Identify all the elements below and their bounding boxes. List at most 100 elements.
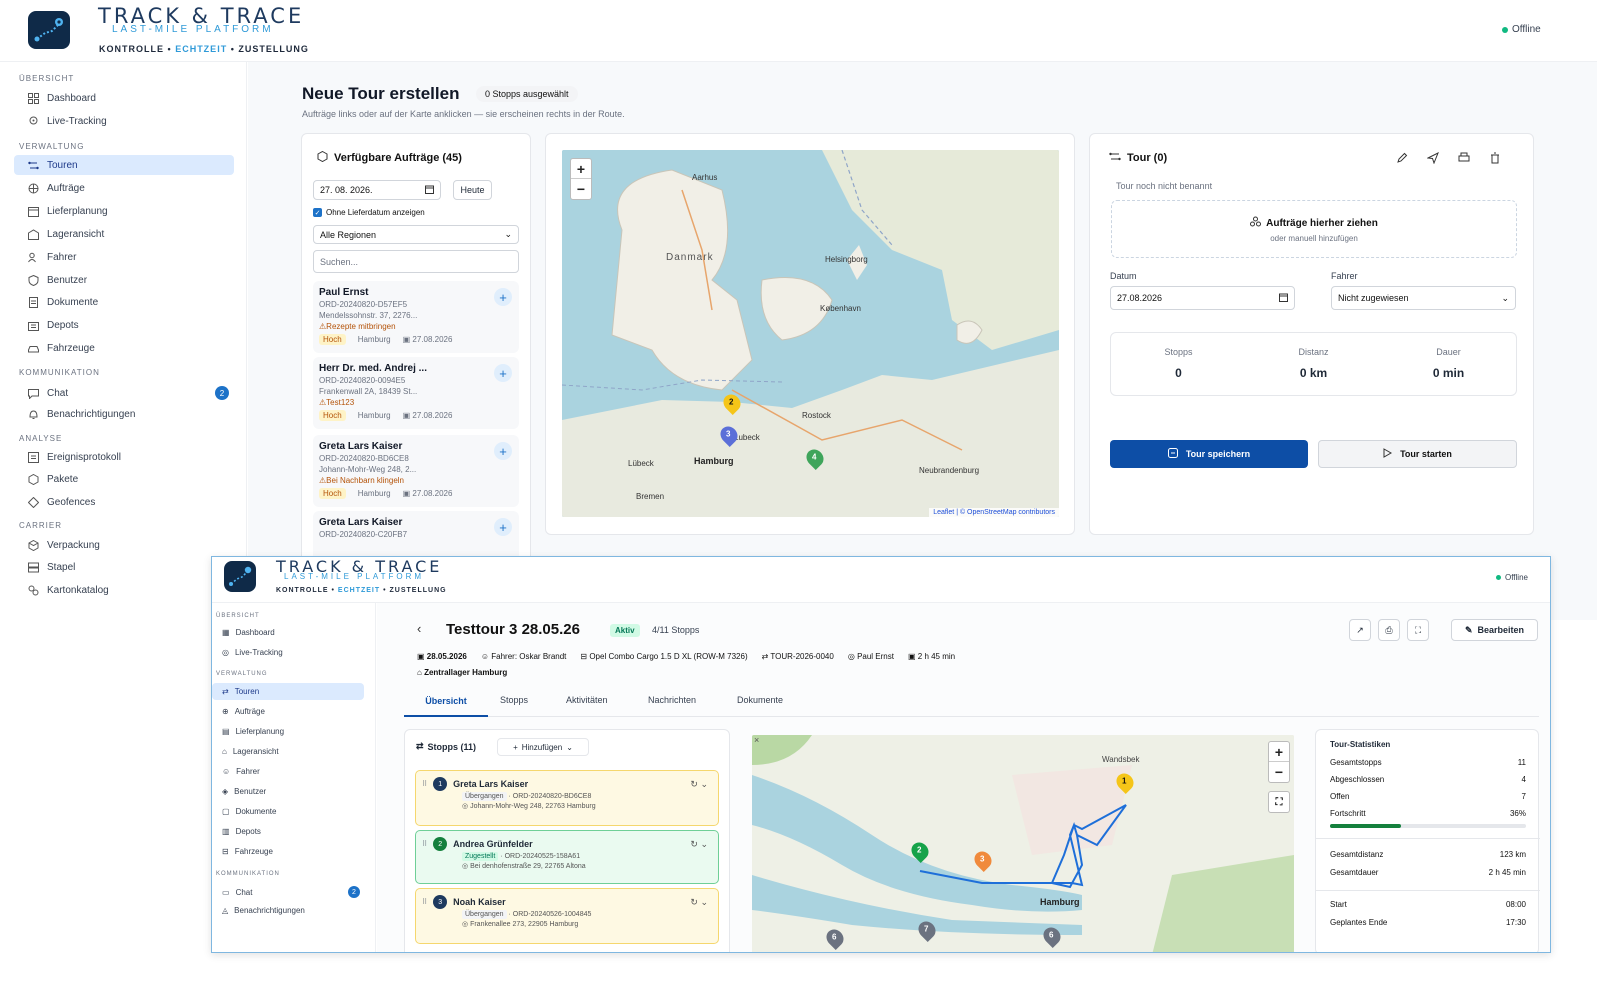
add-stop-button[interactable]: + Hinzufügen ⌄ <box>497 738 589 756</box>
share-icon[interactable]: ↗ <box>1349 619 1371 641</box>
today-button[interactable]: Heute <box>453 180 492 200</box>
sidebar-item-stapel[interactable]: Stapel <box>27 561 75 573</box>
stop-actions[interactable]: ↻ ⌄ <box>690 897 708 908</box>
order-card[interactable]: Paul Ernst ORD-20240820-D57EF5 Mendelsso… <box>313 281 519 353</box>
pin-icon: ◎ <box>222 648 229 657</box>
sidebar-item-lageransicht[interactable]: ⌂ Lageransicht <box>222 747 279 756</box>
sidebar-item-dashboard[interactable]: ▦ Dashboard <box>222 628 275 637</box>
stat-row: Geplantes Ende 17:30 <box>1330 918 1526 927</box>
route-icon: ⇄ <box>222 687 229 696</box>
zoom-out-button[interactable]: − <box>1269 762 1289 782</box>
users-icon <box>27 251 39 263</box>
stop-actions[interactable]: ↻ ⌄ <box>690 779 708 790</box>
tour-dropzone[interactable]: Aufträge hierher ziehen oder manuell hin… <box>1111 200 1517 258</box>
sidebar-item-auftraege[interactable]: Aufträge <box>27 182 85 194</box>
chat-icon <box>27 387 39 399</box>
tab-uebersicht[interactable]: Übersicht <box>404 691 488 717</box>
save-tour-button[interactable]: Tour speichern <box>1110 440 1308 468</box>
tab-nachrichten[interactable]: Nachrichten <box>648 695 696 705</box>
back-button[interactable]: ‹ <box>417 621 421 636</box>
add-order-button[interactable]: + <box>494 442 512 460</box>
sidebar-item-dokumente[interactable]: ▢ Dokumente <box>222 807 276 816</box>
sidebar-item-fahrzeuge[interactable]: Fahrzeuge <box>27 342 95 354</box>
sidebar-item-live-tracking[interactable]: Live-Tracking <box>27 115 107 127</box>
tab-dokumente[interactable]: Dokumente <box>737 695 783 705</box>
sidebar-item-live-tracking[interactable]: ◎ Live-Tracking <box>222 648 283 657</box>
sidebar-item-depots[interactable]: Depots <box>27 319 79 331</box>
shield-icon <box>27 274 39 286</box>
sidebar-item-dokumente[interactable]: Dokumente <box>27 296 98 308</box>
stats-block-1: Gesamtstopps 11 Abgeschlossen 4 Offen 7 For… <box>1330 758 1526 818</box>
sidebar-item-auftraege[interactable]: ⊕ Aufträge <box>222 707 265 716</box>
stop-name: Noah Kaiser <box>453 897 506 907</box>
bell-icon <box>27 408 39 420</box>
overview-map[interactable]: + − Aarhus Danmark Helsingborg København… <box>562 150 1059 517</box>
sidebar-item-verpackung[interactable]: Verpackung <box>27 539 100 551</box>
sidebar-item-kartonkatalog[interactable]: Kartonkatalog <box>27 584 109 596</box>
tab-aktivitaeten[interactable]: Aktivitäten <box>566 695 608 705</box>
sidebar-item-lieferplanung[interactable]: Lieferplanung <box>27 205 108 217</box>
sidebar-item-benutzer[interactable]: ◈ Benutzer <box>222 787 266 796</box>
sidebar-item-chat[interactable]: ▭ Chat 2 <box>222 886 360 898</box>
sidebar-item-benachrichtigungen[interactable]: ◬ Benachrichtigungen <box>222 906 305 915</box>
expand-icon[interactable]: ⛶ <box>1407 619 1429 641</box>
tab-stopps[interactable]: Stopps <box>500 695 528 705</box>
calendar-icon: ▣ <box>402 335 411 344</box>
zoom-out-button[interactable]: − <box>571 179 591 199</box>
sidebar-item-geofences[interactable]: Geofences <box>27 496 95 508</box>
stop-card[interactable]: ⠿ 3 Noah Kaiser Übergangen · ORD-2024052… <box>415 888 719 944</box>
edit-button[interactable]: ✎ Bearbeiten <box>1451 619 1538 641</box>
add-order-button[interactable]: + <box>494 288 512 306</box>
route-map-close[interactable]: × <box>754 735 759 745</box>
tour-stats: Stopps 0 Distanz 0 km Dauer 0 min <box>1110 332 1517 396</box>
start-tour-button[interactable]: Tour starten <box>1318 440 1517 468</box>
sidebar-item-benachrichtigungen[interactable]: Benachrichtigungen <box>27 408 135 420</box>
map-label: Hamburg <box>694 456 734 466</box>
edit-icon[interactable] <box>1396 151 1408 169</box>
sidebar-item-benutzer[interactable]: Benutzer <box>27 274 87 286</box>
fullscreen-icon[interactable]: ⛶ <box>1269 792 1289 812</box>
add-order-button[interactable]: + <box>494 364 512 382</box>
print-icon[interactable]: ⎙ <box>1378 619 1400 641</box>
stop-actions[interactable]: ↻ ⌄ <box>690 839 708 850</box>
stop-card[interactable]: ⠿ 1 Greta Lars Kaiser Übergangen · ORD-2… <box>415 770 719 826</box>
calendar-icon: ▣ <box>402 489 411 498</box>
car-icon: ⊟ <box>222 847 229 856</box>
send-icon[interactable] <box>1426 151 1439 169</box>
no-date-checkbox[interactable]: ✓ Ohne Lieferdatum anzeigen <box>313 208 425 217</box>
orders-search-input[interactable]: Suchen... <box>313 250 519 273</box>
sidebar-item-fahrer[interactable]: ☺ Fahrer <box>222 767 260 776</box>
zoom-in-button[interactable]: + <box>1269 742 1289 762</box>
calendar-icon <box>27 205 39 217</box>
sidebar-item-touren[interactable]: ⇄ Touren <box>212 683 364 700</box>
order-card[interactable]: Greta Lars Kaiser ORD-20240820-BD6CE8 Jo… <box>313 435 519 507</box>
sidebar-item-touren[interactable]: Touren <box>14 155 234 175</box>
sidebar: ÜBERSICHT Dashboard Live-Tracking VERWAL… <box>0 62 247 620</box>
sidebar-item-dashboard[interactable]: Dashboard <box>27 92 96 104</box>
sidebar-item-lageransicht[interactable]: Lageransicht <box>27 228 104 240</box>
route-map[interactable]: × + − ⛶ Wandsbek Hamburg 1 2 3 6 7 6 <box>752 735 1294 952</box>
tour-driver-select[interactable]: Nicht zugewiesen ⌄ <box>1331 286 1516 310</box>
tour-date-input[interactable]: 27.08.2026 <box>1110 286 1295 310</box>
print-icon[interactable] <box>1458 151 1470 169</box>
order-card[interactable]: Herr Dr. med. Andrej ... ORD-20240820-00… <box>313 357 519 429</box>
sidebar-item-fahrzeuge[interactable]: ⊟ Fahrzeuge <box>222 847 273 856</box>
zoom-in-button[interactable]: + <box>571 159 591 179</box>
trash-icon[interactable] <box>1489 151 1501 169</box>
region-select[interactable]: Alle Regionen ⌄ <box>313 225 519 244</box>
sidebar-item-pakete[interactable]: Pakete <box>27 473 78 485</box>
sidebar-item-ereignisprotokoll[interactable]: Ereignisprotokoll <box>27 451 121 463</box>
sidebar-item-chat[interactable]: Chat 2 <box>27 386 229 400</box>
stop-card[interactable]: ⠿ 2 Andrea Grünfelder Zugestellt · ORD-2… <box>415 830 719 884</box>
add-order-button[interactable]: + <box>494 518 512 536</box>
sidebar-item-label: Verpackung <box>47 539 100 551</box>
map-label: Aarhus <box>692 173 718 182</box>
sidebar-item-lieferplanung[interactable]: ▤ Lieferplanung <box>222 727 284 736</box>
orders-date-input[interactable]: 27. 08. 2026. <box>313 180 441 200</box>
sidebar-item-fahrer[interactable]: Fahrer <box>27 251 76 263</box>
tour-name: Tour noch nicht benannt <box>1116 181 1213 191</box>
order-id: ORD-20240820-D57EF5 <box>319 300 408 309</box>
sidebar-item-depots[interactable]: ▥ Depots <box>222 827 261 836</box>
meta-person: ◎ Paul Ernst <box>847 652 894 661</box>
pin-icon: ◎ <box>462 921 469 928</box>
